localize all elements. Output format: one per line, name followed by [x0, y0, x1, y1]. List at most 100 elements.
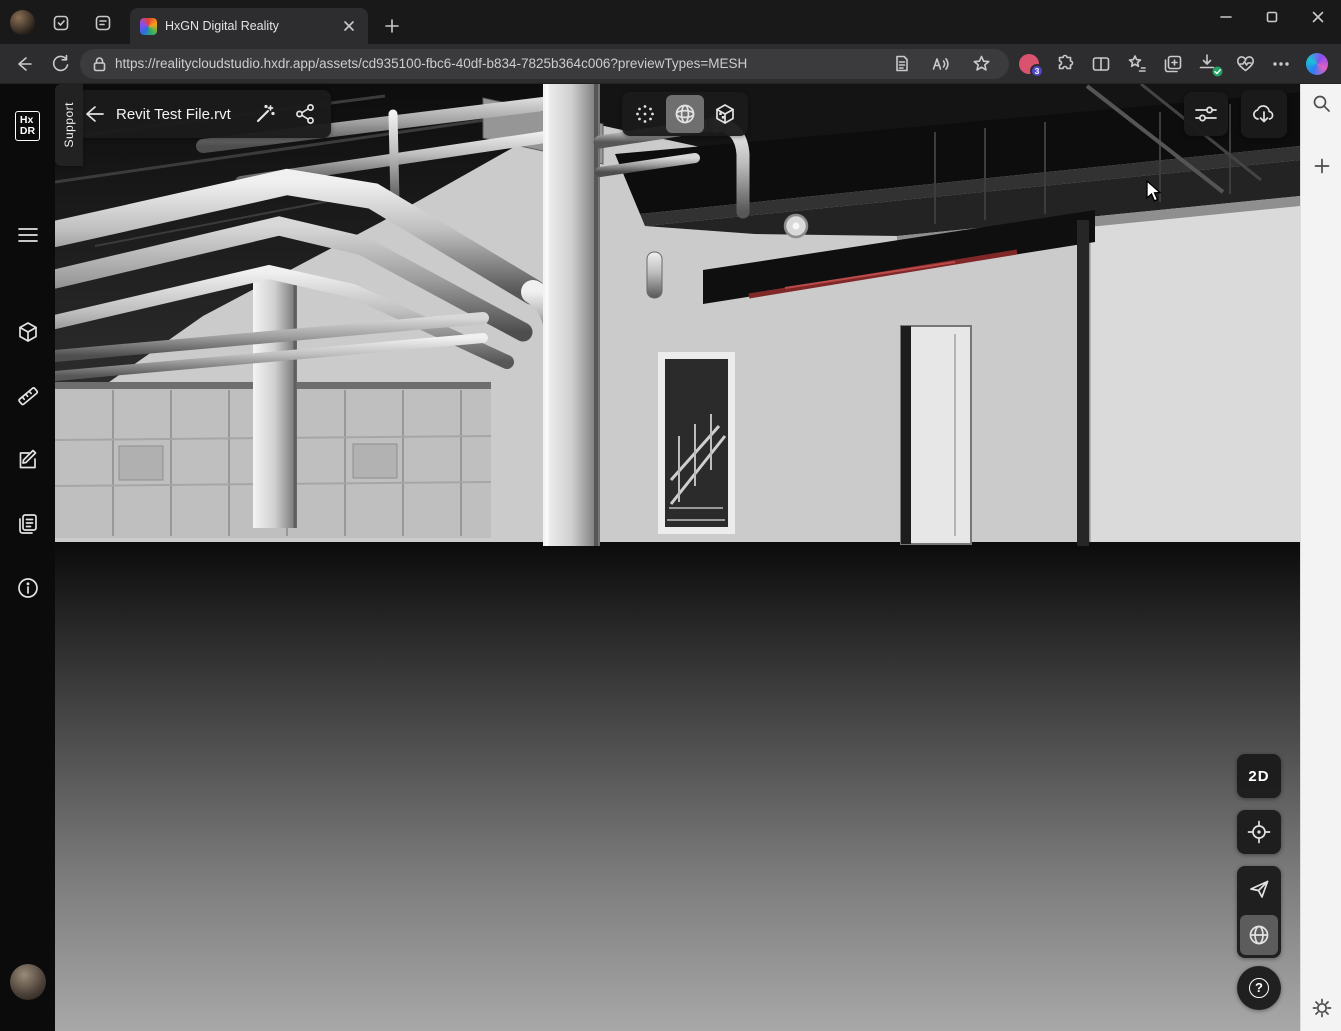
locate-button[interactable] [1237, 810, 1281, 854]
tab-close-button[interactable] [340, 17, 358, 35]
collections-button[interactable] [1157, 48, 1189, 80]
edge-sidebar-rail [1300, 84, 1341, 1031]
back-button[interactable] [8, 48, 40, 80]
3d-scene[interactable] [55, 84, 1300, 1031]
browser-tab-active[interactable]: HxGN Digital Reality [130, 8, 368, 44]
magic-wand-icon [254, 103, 276, 125]
fly-mode-button[interactable] [1240, 869, 1278, 909]
file-title: Revit Test File.rvt [114, 106, 245, 123]
favorites-hub-button[interactable] [1121, 48, 1153, 80]
sidebar-annotate-button[interactable] [0, 440, 55, 480]
search-icon [1312, 94, 1331, 113]
sidebar-measure-button[interactable] [0, 376, 55, 416]
extension-icon: 3 [1019, 54, 1039, 74]
support-label: Support [62, 102, 76, 148]
globe-icon [1248, 924, 1270, 946]
viewer-viewport: Revit Test File.rvt [55, 84, 1300, 1031]
extension-shortcut-button[interactable]: 3 [1013, 48, 1045, 80]
browser-navbar: https://realitycloudstudio.hxdr.app/asse… [0, 44, 1341, 84]
toggle-2d-button[interactable]: 2D [1237, 754, 1281, 798]
heart-pulse-icon [1236, 55, 1255, 73]
gps-crosshair-icon [1247, 820, 1271, 844]
close-icon [1312, 11, 1324, 23]
app-frame: Hx DR [0, 84, 1341, 1031]
document-icon [893, 55, 910, 72]
2d-label: 2D [1248, 768, 1269, 785]
user-avatar[interactable] [0, 962, 55, 1002]
copilot-icon [1306, 53, 1328, 75]
refresh-icon [51, 54, 70, 73]
new-tab-button[interactable] [378, 13, 406, 39]
browser-window: HxGN Digital Reality [0, 0, 1341, 1031]
sidebar-settings-button[interactable] [1306, 992, 1337, 1023]
stairwell-door [658, 352, 735, 534]
view-mode-textured-button[interactable] [706, 95, 744, 133]
magic-wand-button[interactable] [245, 94, 285, 134]
plus-icon [385, 19, 399, 33]
view-mode-mesh-button[interactable] [666, 95, 704, 133]
refresh-button[interactable] [44, 48, 76, 80]
close-icon [344, 21, 354, 31]
plus-icon [1314, 158, 1330, 174]
window-minimize-button[interactable] [1203, 0, 1249, 34]
share-button[interactable] [285, 94, 325, 134]
view-mode-pointcloud-button[interactable] [626, 95, 664, 133]
favorites-hub-icon [1128, 54, 1147, 73]
sidebar-assets-button[interactable] [0, 312, 55, 352]
download-complete-check-icon [1212, 66, 1223, 77]
mouse-cursor [1146, 180, 1168, 204]
asset-cube-icon [17, 321, 39, 343]
minimize-icon [1220, 11, 1232, 23]
sidebar-add-button[interactable] [1306, 150, 1337, 181]
viewer-toolbar: Revit Test File.rvt [68, 90, 331, 138]
sidebar-search-button[interactable] [1306, 88, 1337, 119]
window-close-button[interactable] [1295, 0, 1341, 34]
star-icon [973, 55, 990, 72]
annotation-pencil-icon [17, 449, 39, 471]
help-button[interactable]: ? [1237, 966, 1281, 1010]
hamburger-menu-icon [17, 226, 39, 244]
measure-ruler-icon [17, 385, 39, 407]
url-text[interactable]: https://realitycloudstudio.hxdr.app/asse… [115, 56, 877, 71]
browser-essentials-button[interactable] [1229, 48, 1261, 80]
read-aloud-button[interactable] [925, 48, 957, 80]
copilot-button[interactable] [1301, 48, 1333, 80]
settings-more-button[interactable] [1265, 48, 1297, 80]
avatar-image [10, 964, 46, 1000]
navigation-mode-group [1237, 866, 1281, 958]
window-maximize-button[interactable] [1249, 0, 1295, 34]
hxdr-logo[interactable]: Hx DR [0, 106, 55, 146]
support-tab[interactable]: Support [55, 84, 83, 166]
reading-mode-button[interactable] [885, 48, 917, 80]
tab-actions-button[interactable] [88, 10, 118, 36]
collections-icon [1164, 55, 1182, 73]
orbit-mode-button[interactable] [1240, 915, 1278, 955]
favorite-page-button[interactable] [965, 48, 997, 80]
lock-icon [92, 56, 107, 72]
downloads-button[interactable] [1193, 48, 1225, 80]
address-bar[interactable]: https://realitycloudstudio.hxdr.app/asse… [80, 49, 1009, 79]
sidebar-menu-button[interactable] [0, 215, 55, 255]
point-cloud-icon [634, 103, 656, 125]
download-asset-button[interactable] [1241, 90, 1287, 138]
right-door [901, 326, 971, 544]
logo-line-2: DR [20, 126, 35, 137]
sidebar-info-button[interactable] [0, 568, 55, 608]
workspaces-button[interactable] [46, 10, 76, 36]
extension-badge: 3 [1030, 64, 1044, 78]
extensions-button[interactable] [1049, 48, 1081, 80]
sidebar-layers-button[interactable] [0, 504, 55, 544]
scene-marker[interactable] [785, 215, 807, 237]
puzzle-icon [1056, 54, 1075, 73]
textured-cube-icon [714, 103, 736, 125]
split-screen-button[interactable] [1085, 48, 1117, 80]
paper-plane-icon [1248, 878, 1270, 900]
help-icon: ? [1249, 978, 1269, 998]
info-icon [17, 577, 39, 599]
tab-title: HxGN Digital Reality [165, 19, 332, 33]
back-arrow-icon [14, 54, 34, 74]
sliders-icon [1194, 103, 1218, 125]
layers-pages-icon [17, 513, 39, 535]
render-settings-button[interactable] [1184, 92, 1228, 136]
browser-profile-avatar[interactable] [10, 10, 35, 35]
